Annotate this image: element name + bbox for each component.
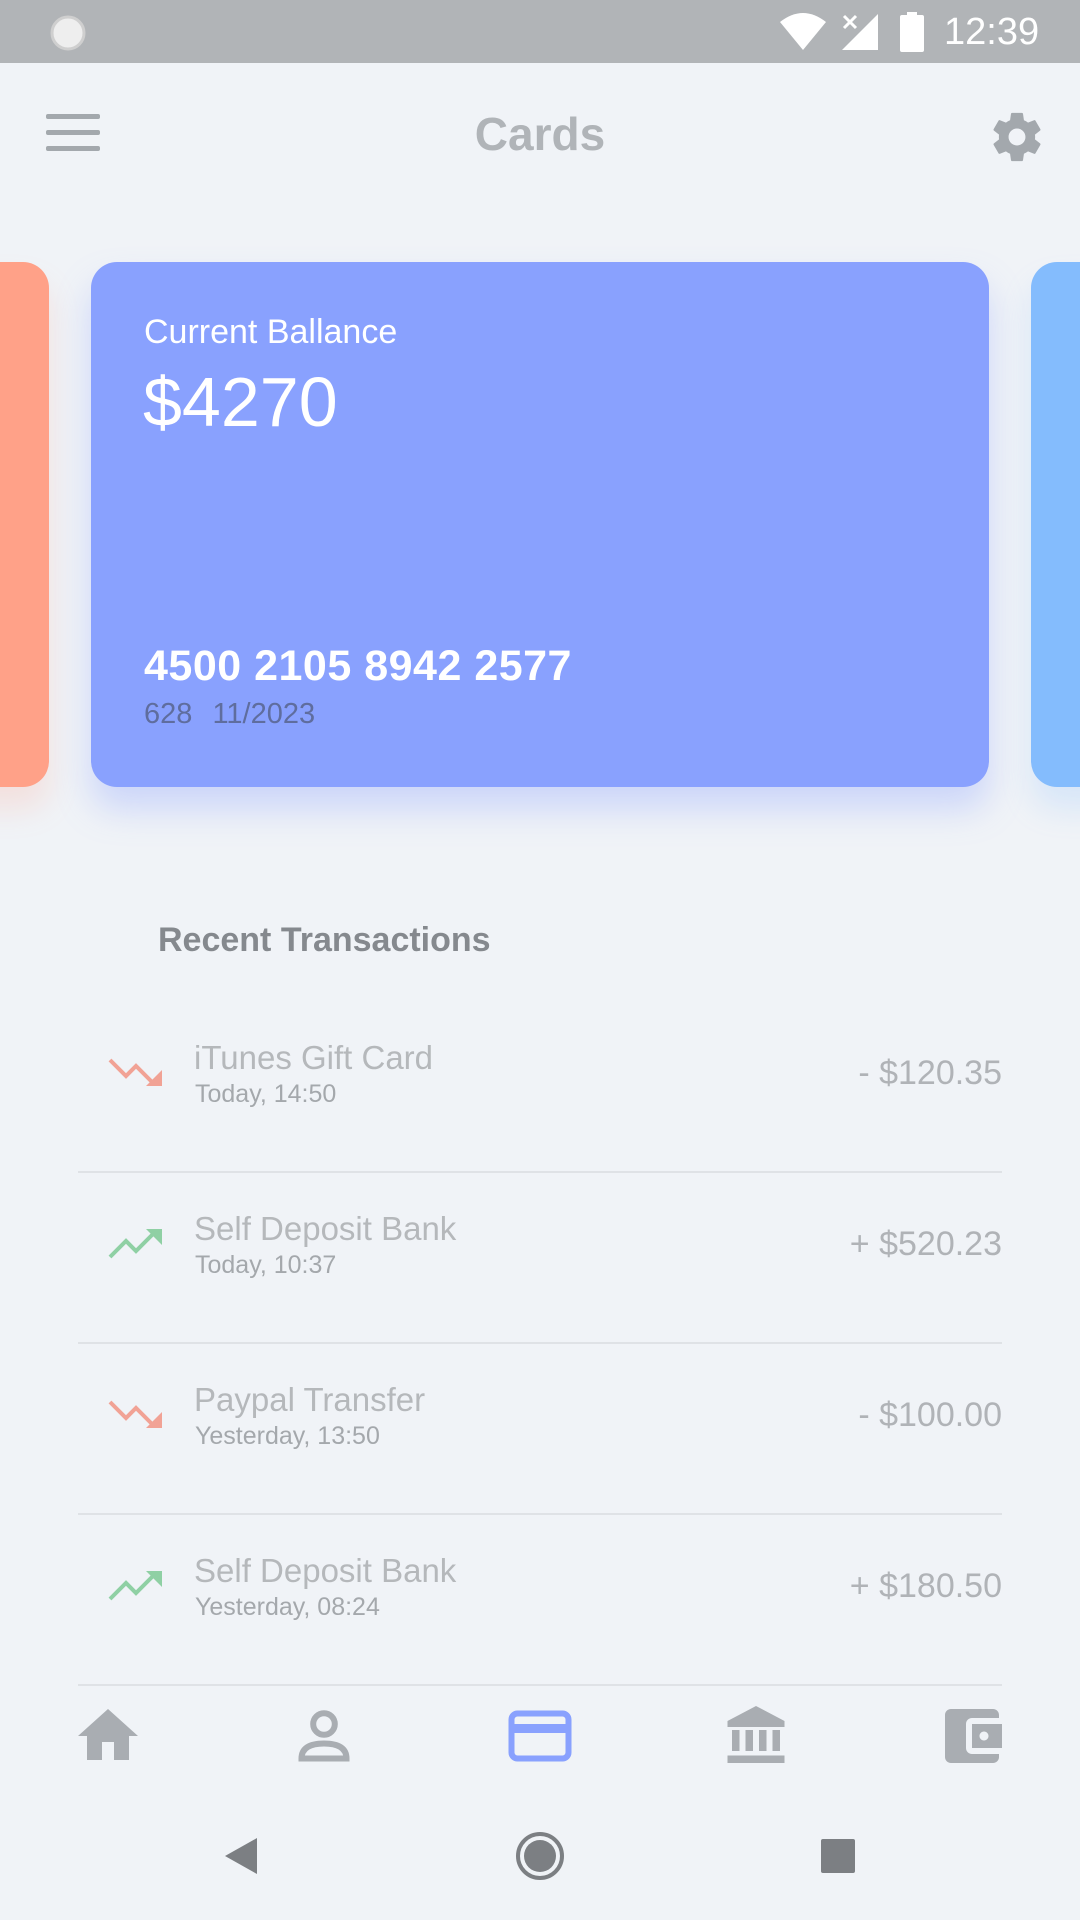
card-number: 4500 2105 8942 2577: [144, 642, 572, 690]
trend-down-icon: [108, 1400, 162, 1428]
transaction-name: Self Deposit Bank: [194, 1552, 457, 1589]
battery-icon: [900, 12, 924, 52]
bank-icon[interactable]: [720, 1700, 792, 1772]
trend-up-icon: [108, 1229, 162, 1259]
transaction-amount: + $180.50: [849, 1567, 1002, 1605]
recents-icon[interactable]: [803, 1820, 873, 1890]
section-title: Recent Transactions: [158, 921, 491, 959]
system-nav: [0, 1820, 1080, 1900]
transaction-time: Today, 14:50: [195, 1080, 337, 1108]
transaction-time: Today, 10:37: [195, 1251, 337, 1279]
card-previous[interactable]: [0, 262, 49, 787]
transaction-row[interactable]: Self Deposit Bank Today, 10:37 + $520.23: [78, 1173, 1002, 1344]
back-icon[interactable]: [205, 1820, 275, 1890]
wifi-icon: [780, 13, 826, 50]
profile-icon[interactable]: [288, 1700, 360, 1772]
card-meta: 628 11/2023: [144, 696, 315, 732]
home-circle-icon[interactable]: [505, 1820, 575, 1890]
transaction-name: iTunes Gift Card: [194, 1039, 434, 1076]
screen: 12:39 Cards Current Ballance $4270 4500 …: [0, 0, 1080, 1920]
transaction-name: Self Deposit Bank: [194, 1210, 457, 1247]
balance-label: Current Ballance: [144, 313, 398, 351]
signal-off-icon: [842, 14, 878, 50]
trend-down-icon: [108, 1058, 162, 1086]
page-title: Cards: [474, 108, 606, 160]
card-current[interactable]: Current Ballance $4270 4500 2105 8942 25…: [91, 262, 989, 787]
card-icon[interactable]: [504, 1700, 576, 1772]
transaction-time: Yesterday, 13:50: [195, 1422, 380, 1450]
loading-icon: [50, 15, 86, 51]
gear-icon[interactable]: [988, 108, 1046, 166]
transaction-amount: - $100.00: [858, 1396, 1002, 1434]
bottom-nav: [0, 1700, 1080, 1772]
transaction-name: Paypal Transfer: [194, 1381, 426, 1418]
trend-up-icon: [108, 1571, 162, 1601]
card-cvv: 628: [144, 698, 193, 730]
transaction-row[interactable]: Paypal Transfer Yesterday, 13:50 - $100.…: [78, 1344, 1002, 1515]
card-next[interactable]: [1031, 262, 1080, 787]
home-icon[interactable]: [72, 1700, 144, 1772]
transaction-amount: + $520.23: [849, 1225, 1002, 1263]
transaction-amount: - $120.35: [858, 1054, 1002, 1092]
transaction-time: Yesterday, 08:24: [195, 1593, 380, 1621]
transaction-row[interactable]: iTunes Gift Card Today, 14:50 - $120.35: [78, 1002, 1002, 1173]
status-clock: 12:39: [944, 11, 1040, 53]
wallet-icon[interactable]: [936, 1700, 1008, 1772]
card-expiry: 11/2023: [212, 698, 316, 730]
transaction-list: iTunes Gift Card Today, 14:50 - $120.35 …: [78, 1002, 1002, 1686]
status-bar: 12:39: [0, 0, 1080, 63]
balance-amount: $4270: [143, 363, 338, 441]
transaction-row[interactable]: Self Deposit Bank Yesterday, 08:24 + $18…: [78, 1515, 1002, 1686]
